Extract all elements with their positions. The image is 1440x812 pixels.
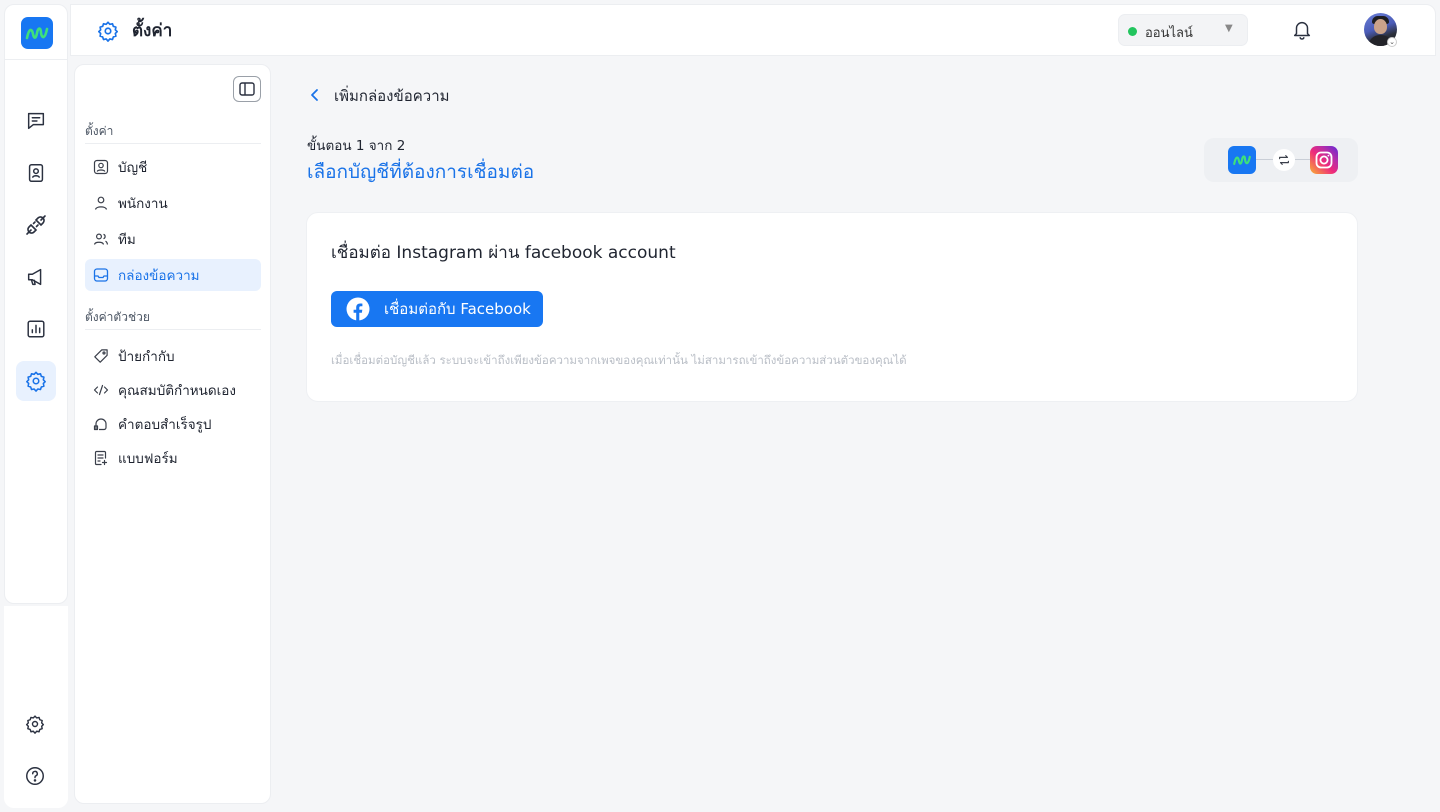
sidebar-item-labels[interactable]: ป้ายกำกับ (85, 340, 261, 372)
sidebar-item-team[interactable]: ทีม (85, 223, 261, 255)
rail-broadcast-button[interactable] (16, 257, 56, 297)
code-icon (93, 382, 109, 398)
rail-reports-button[interactable] (16, 309, 56, 349)
sidebar-toggle-icon (239, 82, 255, 96)
settings-sidebar: ตั้งค่า บัญชี พนักงาน ทีม กล่องข้อความ ต… (74, 64, 271, 804)
status-dot (1128, 27, 1137, 36)
integration-diagram (1204, 138, 1358, 182)
form-icon (93, 450, 109, 466)
top-bar: ตั้งค่า ออนไลน์ ▼ ⌄ (70, 4, 1436, 56)
collapse-sidebar-button[interactable] (233, 76, 261, 102)
rail-settings-button[interactable] (16, 361, 56, 401)
sidebar-item-label: แบบฟอร์ม (118, 451, 178, 467)
section-heading: เลือกบัญชีที่ต้องการเชื่อมต่อ (307, 161, 535, 183)
status-dropdown[interactable]: ออนไลน์ ▼ (1118, 14, 1248, 46)
notification-button[interactable] (1291, 18, 1313, 42)
help-icon (26, 767, 44, 785)
rail-contacts-button[interactable] (16, 153, 56, 193)
rail-help-button[interactable] (15, 756, 55, 796)
connect-card: เชื่อมต่อ Instagram ผ่าน facebook accoun… (306, 212, 1358, 402)
quick-reply-icon (93, 416, 109, 432)
gear-icon (97, 20, 119, 42)
section-title-settings: ตั้งค่า (85, 124, 114, 138)
page-title: ตั้งค่า (132, 21, 173, 41)
user-icon (93, 195, 109, 211)
step-indicator: ขั้นตอน 1 จาก 2 (307, 138, 406, 154)
avatar-menu-icon[interactable]: ⌄ (1387, 37, 1397, 47)
sidebar-item-label: กล่องข้อความ (118, 268, 200, 284)
app-logo[interactable] (21, 17, 53, 49)
sidebar-item-label: คุณสมบัติกำหนดเอง (118, 383, 236, 399)
chart-icon (27, 320, 45, 338)
chevron-down-icon: ▼ (1225, 23, 1233, 34)
rail-preferences-button[interactable] (15, 704, 55, 744)
megaphone-icon (27, 268, 42, 286)
chat-icon (27, 112, 45, 130)
contacts-icon (28, 164, 44, 182)
icon-rail (4, 4, 68, 604)
inbox-icon (93, 267, 109, 283)
privacy-hint: เมื่อเชื่อมต่อบัญชีแล้ว ระบบจะเข้าถึงเพี… (331, 353, 907, 367)
sidebar-item-inbox[interactable]: กล่องข้อความ (85, 259, 261, 291)
connect-facebook-label: เชื่อมต่อกับ Facebook (384, 300, 531, 318)
app-logo (1228, 146, 1256, 174)
gear-icon (25, 715, 45, 734)
sidebar-item-label: ป้ายกำกับ (118, 349, 175, 365)
users-icon (93, 231, 109, 247)
section-title-helpers: ตั้งค่าตัวช่วย (85, 310, 150, 324)
sidebar-item-staff[interactable]: พนักงาน (85, 187, 261, 219)
sidebar-item-label: ทีม (118, 232, 136, 248)
bell-icon (1293, 22, 1311, 40)
sidebar-item-label: บัญชี (118, 160, 148, 176)
breadcrumb: เพิ่มกล่องข้อความ (334, 87, 450, 105)
icon-rail-bottom (4, 606, 68, 808)
gear-icon (26, 371, 46, 392)
facebook-icon (346, 297, 370, 321)
back-button[interactable] (306, 86, 324, 104)
chevron-left-icon (311, 89, 318, 101)
plug-icon (26, 215, 46, 235)
card-title: เชื่อมต่อ Instagram ผ่าน facebook accoun… (331, 243, 676, 263)
sync-icon (1273, 149, 1295, 171)
status-label: ออนไลน์ (1145, 26, 1193, 41)
connect-facebook-button[interactable]: เชื่อมต่อกับ Facebook (331, 291, 543, 327)
user-card-icon (93, 159, 109, 175)
sidebar-item-label: พนักงาน (118, 196, 168, 212)
sidebar-item-account[interactable]: บัญชี (85, 151, 261, 183)
tag-icon (93, 348, 109, 364)
sidebar-item-forms[interactable]: แบบฟอร์ม (85, 442, 261, 474)
sidebar-item-custom-attributes[interactable]: คุณสมบัติกำหนดเอง (85, 374, 261, 406)
rail-integrations-button[interactable] (16, 205, 56, 245)
rail-chat-button[interactable] (16, 101, 56, 141)
instagram-icon (1310, 146, 1338, 174)
sidebar-item-canned-responses[interactable]: คำตอบสำเร็จรูป (85, 408, 261, 440)
sidebar-item-label: คำตอบสำเร็จรูป (118, 417, 212, 433)
